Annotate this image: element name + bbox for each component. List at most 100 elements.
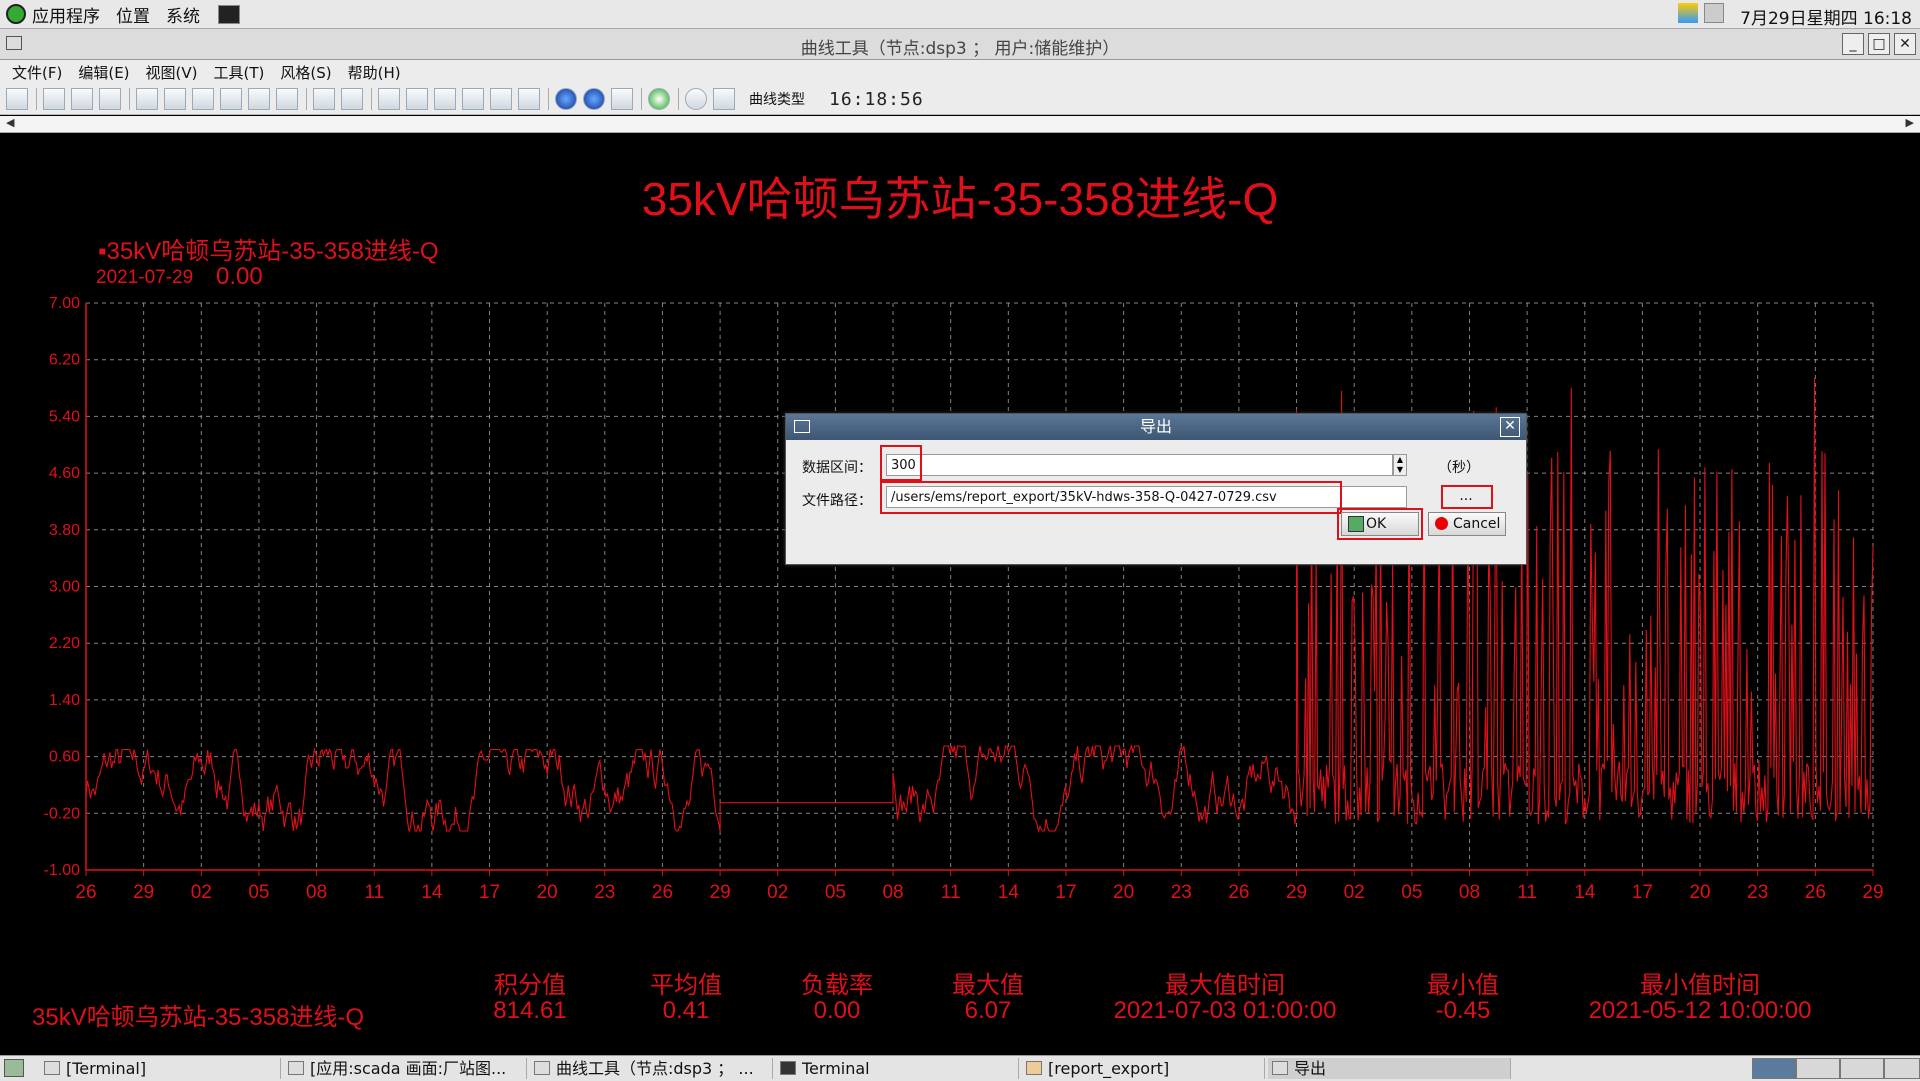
cancel-button[interactable]: Cancel	[1428, 512, 1506, 536]
interval-input[interactable]: 300	[886, 454, 1393, 476]
menu-tools[interactable]: 工具(T)	[214, 62, 265, 83]
zoom-in-icon[interactable]	[378, 88, 400, 110]
scroll-left-icon[interactable]: ◀	[6, 116, 14, 129]
x-tick-label: 08	[1459, 882, 1480, 903]
workspace-1[interactable]	[1752, 1058, 1796, 1079]
stat-label: 最小值	[1427, 972, 1499, 999]
menu-system[interactable]: 系统	[166, 2, 200, 27]
x-tick-label: 20	[537, 882, 558, 903]
menu-view[interactable]: 视图(V)	[146, 62, 198, 83]
line-chart-icon[interactable]	[136, 88, 158, 110]
stat-value: 2021-05-12 10:00:00	[1588, 997, 1812, 1024]
menu-edit[interactable]: 编辑(E)	[78, 62, 129, 83]
stats-panel: 35kV哈顿乌苏站-35-358进线-Q 积分值 814.61 平均值 0.41 负…	[0, 963, 1920, 1043]
keyboard-icon[interactable]	[1704, 3, 1724, 23]
chart-area: 35kV哈顿乌苏站-35-358进线-Q ▪35kV哈顿乌苏站-35-358进线…	[0, 133, 1920, 1055]
dialog-close-icon[interactable]: ✕	[1500, 417, 1520, 437]
interval-spinner[interactable]: ▲ ▼	[1393, 454, 1407, 476]
folder-icon	[1026, 1061, 1042, 1075]
dialog-title: 导出	[1139, 417, 1172, 436]
y-tick-label: 0.60	[49, 749, 80, 766]
highlight-ok	[1337, 508, 1423, 540]
toolbar: 曲线类型 16:18:56	[0, 84, 1920, 115]
show-desktop-icon[interactable]	[4, 1059, 24, 1077]
maximize-button[interactable]: □	[1868, 33, 1890, 55]
refresh-icon[interactable]	[648, 88, 670, 110]
y-tick-label: 5.40	[49, 408, 80, 425]
zoom-fit-icon[interactable]	[434, 88, 456, 110]
print-icon[interactable]	[341, 88, 363, 110]
window-icon	[534, 1061, 550, 1075]
database-icon[interactable]	[713, 88, 735, 110]
h-zoom-icon[interactable]	[462, 88, 484, 110]
window-titlebar[interactable]: 曲线工具（节点:dsp3 ； 用户:储能维护） _ □ ✕	[0, 29, 1920, 60]
edit-doc-icon[interactable]	[43, 88, 65, 110]
toolbar-separator	[678, 88, 679, 110]
bar-chart-icon[interactable]	[164, 88, 186, 110]
terminal-launcher-icon[interactable]	[218, 4, 240, 24]
settings-icon[interactable]	[99, 88, 121, 110]
stat-value: 0.41	[662, 997, 710, 1024]
menu-applications[interactable]: 应用程序	[32, 2, 100, 27]
export-icon[interactable]	[276, 88, 298, 110]
task-terminal-1[interactable]: [Terminal]	[40, 1058, 281, 1079]
w-zoom-icon[interactable]	[490, 88, 512, 110]
x-tick-label: 11	[364, 882, 384, 903]
pencil-icon[interactable]	[71, 88, 93, 110]
m-zoom-icon[interactable]	[518, 88, 540, 110]
grid-chart-icon[interactable]	[220, 88, 242, 110]
menu-places[interactable]: 位置	[116, 2, 150, 27]
x-tick-label: 23	[1747, 882, 1768, 903]
x-tick-label: 14	[1574, 882, 1596, 903]
zoom-out-icon[interactable]	[406, 88, 428, 110]
stat-average: 平均值 0.41	[650, 973, 722, 1023]
toolbar-separator	[129, 88, 130, 110]
gnome-logo-icon[interactable]	[6, 4, 26, 24]
save-icon[interactable]	[6, 88, 28, 110]
x-tick-label: 26	[1805, 882, 1826, 903]
task-terminal-2[interactable]: Terminal	[776, 1058, 1019, 1079]
forward-icon[interactable]	[583, 88, 605, 110]
stats-series-name: 35kV哈顿乌苏站-35-358进线-Q	[32, 1004, 365, 1031]
panel-clock[interactable]: 7月29日星期四 16:18	[1740, 4, 1912, 29]
back-icon[interactable]	[555, 88, 577, 110]
menu-file[interactable]: 文件(F)	[12, 62, 62, 83]
taskbar: [Terminal] [应用:scada 画面:厂站图... 曲线工具（节点:d…	[0, 1055, 1920, 1081]
horizontal-scrollbar[interactable]: ◀ ▶	[0, 116, 1920, 133]
workspace-4[interactable]	[1884, 1058, 1920, 1079]
hand-icon[interactable]	[611, 88, 633, 110]
dialog-titlebar[interactable]: 导出 ✕	[786, 414, 1526, 440]
y-tick-label: 3.00	[49, 579, 80, 596]
x-tick-label: 29	[710, 882, 731, 903]
task-report-export[interactable]: [report_export]	[1022, 1058, 1265, 1079]
menu-help[interactable]: 帮助(H)	[348, 62, 401, 83]
minimize-button[interactable]: _	[1842, 33, 1864, 55]
x-tick-label: 11	[941, 882, 961, 903]
close-button[interactable]: ✕	[1894, 33, 1916, 55]
export-dialog: 导出 ✕ 数据区间： 300 ▲ ▼ （秒） 文件路径： /users/ems/r…	[785, 413, 1527, 565]
toolbar-separator	[641, 88, 642, 110]
info-icon[interactable]	[685, 88, 707, 110]
stat-max: 最大值 6.07	[952, 973, 1024, 1023]
curve-type-dropdown[interactable]: 曲线类型	[749, 89, 805, 109]
stat-load-rate: 负载率 0.00	[801, 973, 873, 1023]
menu-style[interactable]: 风格(S)	[280, 62, 331, 83]
workspace-3[interactable]	[1840, 1058, 1884, 1079]
update-notifier-icon[interactable]	[1678, 3, 1698, 23]
area-chart-icon[interactable]	[192, 88, 214, 110]
task-label: 导出	[1294, 1059, 1327, 1078]
stat-min-time: 最小值时间 2021-05-12 10:00:00	[1589, 973, 1812, 1023]
text-icon[interactable]	[248, 88, 270, 110]
task-scada[interactable]: [应用:scada 画面:厂站图...	[284, 1058, 527, 1079]
x-tick-label: 05	[1401, 882, 1422, 903]
window-title: 曲线工具（节点:dsp3 ； 用户:储能维护）	[800, 39, 1120, 59]
task-export-dialog[interactable]: 导出	[1268, 1058, 1511, 1079]
highlight-interval	[880, 445, 922, 481]
task-curve-tool[interactable]: 曲线工具（节点:dsp3 ； ...	[530, 1058, 773, 1079]
list-icon[interactable]	[313, 88, 335, 110]
scroll-right-icon[interactable]: ▶	[1906, 116, 1914, 129]
highlight-path	[880, 481, 1342, 514]
x-tick-label: 29	[1286, 882, 1307, 903]
toolbar-separator	[36, 88, 37, 110]
workspace-2[interactable]	[1796, 1058, 1840, 1079]
